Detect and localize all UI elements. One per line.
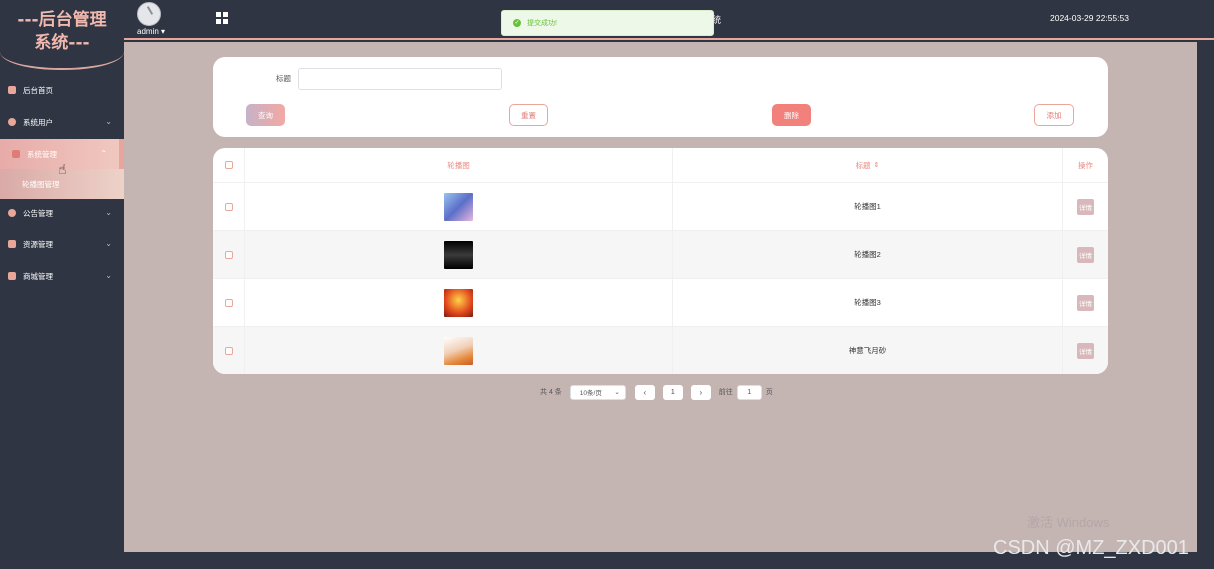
sidebar-item-label: 资源管理: [23, 239, 53, 249]
carousel-thumbnail[interactable]: [444, 288, 473, 317]
sidebar-item-label: 商城管理: [23, 271, 53, 281]
user-icon: [8, 118, 16, 126]
monitor-icon: [8, 86, 16, 94]
sidebar-item-shop[interactable]: 商城管理 ⌄: [0, 261, 124, 291]
table-row: 轮播图3 详情: [213, 279, 1108, 327]
chevron-down-icon: ⌄: [105, 208, 112, 217]
delete-button[interactable]: 删除: [772, 104, 811, 126]
chevron-up-icon: ⌃: [100, 149, 107, 158]
column-header-image: 轮播图: [245, 148, 673, 182]
goto-page-input[interactable]: 1: [736, 384, 762, 400]
flag-icon: [8, 240, 16, 248]
sidebar-item-home[interactable]: 后台首页: [0, 75, 124, 105]
scrollbar-area: [1197, 40, 1214, 569]
sort-icon[interactable]: ⇕: [874, 161, 880, 169]
row-checkbox[interactable]: [224, 298, 233, 307]
chevron-down-icon: ⌄: [105, 239, 112, 248]
logo-line2: 系统---: [34, 33, 90, 53]
row-checkbox[interactable]: [224, 250, 233, 259]
chevron-right-icon: ›: [699, 387, 703, 397]
shop-icon: [8, 272, 16, 280]
page-unit: 页: [765, 389, 773, 396]
sidebar-item-label: 后台首页: [23, 85, 53, 95]
next-page-button[interactable]: ›: [690, 384, 711, 400]
reset-button[interactable]: 重置: [509, 104, 548, 126]
sidebar-item-notice[interactable]: 公告管理 ⌄: [0, 198, 124, 228]
table-row: 神意飞月砂 详情: [213, 327, 1108, 374]
select-all-checkbox[interactable]: [224, 161, 233, 169]
detail-button[interactable]: 详情: [1077, 294, 1094, 311]
user-name: admin: [137, 27, 159, 36]
chevron-down-icon: ⌄: [614, 389, 620, 396]
search-panel: 标题 查询 重置 删除 添加: [213, 57, 1108, 137]
carousel-thumbnail[interactable]: [444, 192, 473, 221]
sidebar-item-label: 公告管理: [23, 208, 53, 218]
table-row: 轮播图2 详情: [213, 231, 1108, 279]
search-label: 标题: [276, 74, 291, 83]
chevron-left-icon: ‹: [643, 387, 647, 397]
row-checkbox[interactable]: [224, 202, 233, 211]
info-icon: [8, 209, 16, 217]
add-button[interactable]: 添加: [1034, 104, 1074, 126]
page-size-select[interactable]: 10条/页 ⌄: [569, 384, 626, 400]
windows-activation-watermark: 激活 Windows: [1027, 515, 1110, 530]
query-button[interactable]: 查询: [246, 104, 285, 126]
column-header-action: 操作: [1078, 160, 1093, 170]
row-title: 轮播图3: [673, 279, 1063, 326]
goto-label: 前往: [718, 389, 733, 396]
row-title: 轮播图1: [673, 183, 1063, 230]
detail-button[interactable]: 详情: [1077, 198, 1094, 215]
total-count: 共 4 条: [540, 389, 562, 396]
row-title: 神意飞月砂: [673, 327, 1063, 374]
sidebar-item-label: 系统用户: [23, 117, 53, 127]
carousel-thumbnail[interactable]: [444, 240, 473, 269]
grid-icon[interactable]: [216, 12, 228, 24]
main-content: 标题 查询 重置 删除 添加 轮播图 标题 ⇕ 操作 轮播图1 详情 轮播图2 详…: [124, 42, 1197, 552]
table-row: 轮播图1 详情: [213, 183, 1108, 231]
sidebar: 后台首页 系统用户 ⌄ 系统管理 ⌃ 公告管理 ⌄ 资源管理 ⌄ 商城管理 ⌄: [0, 40, 124, 569]
chevron-down-icon: ⌄: [105, 117, 112, 126]
table-header: 轮播图 标题 ⇕ 操作: [213, 148, 1108, 183]
logo: ---后台管理 系统---: [0, 0, 124, 70]
toast-message: 提交成功!: [527, 20, 557, 27]
sidebar-item-users[interactable]: 系统用户 ⌄: [0, 107, 124, 137]
user-menu[interactable]: admin ▾: [137, 27, 165, 36]
logo-line1: ---后台管理: [17, 10, 107, 30]
csdn-watermark: CSDN @MZ_ZXD001: [993, 537, 1189, 559]
prev-page-button[interactable]: ‹: [634, 384, 655, 400]
page-number[interactable]: 1: [662, 384, 683, 400]
detail-button[interactable]: 详情: [1077, 342, 1094, 359]
hand-cursor-icon: ☝: [58, 161, 67, 177]
row-title: 轮播图2: [673, 231, 1063, 278]
check-circle-icon: ✓: [513, 19, 521, 27]
datetime: 2024-03-29 22:55:53: [1050, 13, 1129, 23]
title-search-input[interactable]: [298, 68, 502, 90]
sidebar-item-label: 系统管理: [27, 149, 57, 159]
submenu-label: 轮播图管理: [22, 179, 60, 189]
column-header-title[interactable]: 标题 ⇕: [673, 148, 1063, 182]
pagination: 共 4 条 10条/页 ⌄ ‹ 1 › 前往 1 页: [540, 384, 773, 400]
chart-icon: [12, 150, 20, 158]
carousel-thumbnail[interactable]: [444, 336, 473, 365]
row-checkbox[interactable]: [224, 346, 233, 355]
success-toast: ✓ 提交成功!: [501, 10, 714, 36]
sidebar-item-resource[interactable]: 资源管理 ⌄: [0, 229, 124, 259]
data-table: 轮播图 标题 ⇕ 操作 轮播图1 详情 轮播图2 详情 轮播图3 详情 神意飞月砂: [213, 148, 1108, 374]
chevron-down-icon: ⌄: [105, 271, 112, 280]
avatar[interactable]: [137, 2, 161, 26]
detail-button[interactable]: 详情: [1077, 246, 1094, 263]
